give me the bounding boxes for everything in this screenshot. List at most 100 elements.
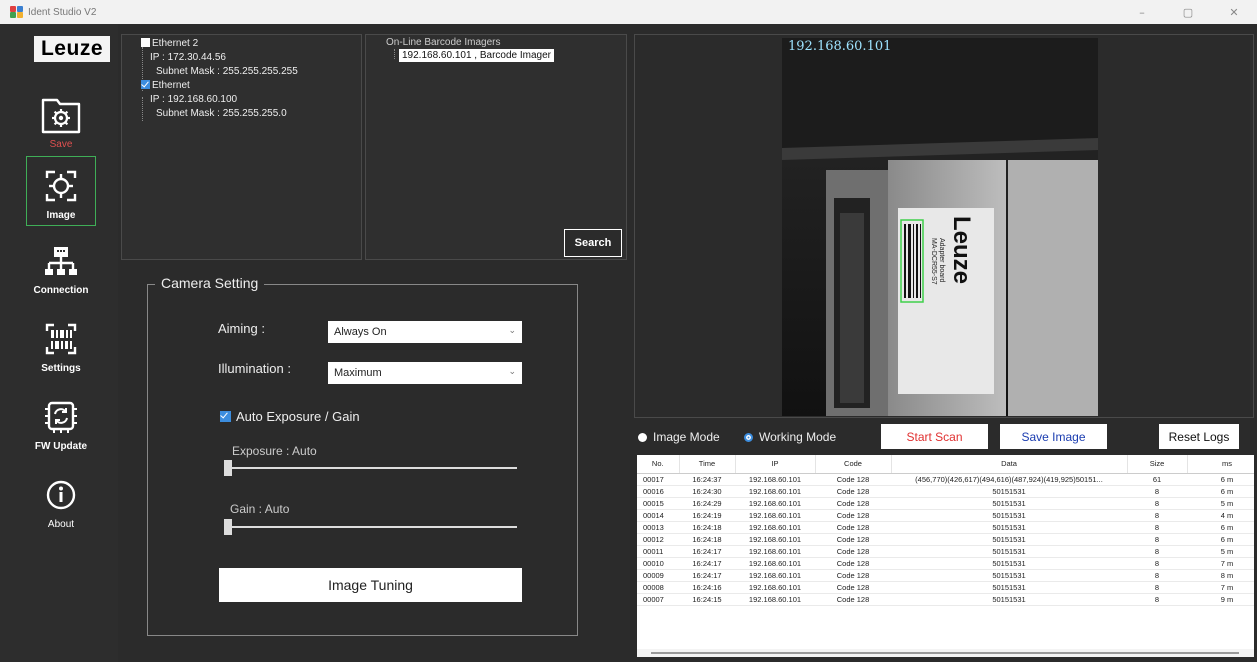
- table-cell: Code 128: [815, 533, 891, 546]
- table-row[interactable]: 00008 16:24:16 192.168.60.101 Code 128 50151…: [637, 581, 1254, 594]
- imager-list-item[interactable]: 192.168.60.101 , Barcode Imager: [399, 49, 554, 62]
- table-cell: 8: [1127, 557, 1187, 570]
- table-cell: 16:24:18: [679, 521, 735, 534]
- nav-connection-button[interactable]: Connection: [26, 230, 96, 300]
- column-header[interactable]: Size: [1127, 455, 1188, 474]
- table-cell: 50151531: [891, 593, 1127, 606]
- table-cell: Code 128: [815, 581, 891, 594]
- table-cell: 00011: [637, 545, 679, 558]
- table-cell: 00012: [637, 533, 679, 546]
- camera-image: MA-DCR55-S7 Adapter board Leuze: [782, 38, 1098, 416]
- search-button[interactable]: Search: [564, 229, 622, 257]
- column-header[interactable]: ms: [1187, 455, 1254, 474]
- slider-thumb[interactable]: [224, 519, 232, 535]
- table-cell: 50151531: [891, 533, 1127, 546]
- gear-icon: [39, 95, 83, 135]
- auto-exposure-label: Auto Exposure / Gain: [236, 409, 360, 424]
- table-cell: 192.168.60.101: [735, 593, 815, 606]
- illumination-select[interactable]: Maximum ⌄: [328, 362, 522, 384]
- minimize-button[interactable]: –: [1119, 0, 1165, 24]
- slider-thumb[interactable]: [224, 460, 232, 476]
- exposure-label: Exposure : Auto: [232, 444, 317, 458]
- table-cell: 8: [1127, 533, 1187, 546]
- image-mode-label: Image Mode: [653, 430, 720, 444]
- auto-exposure-checkbox[interactable]: Auto Exposure / Gain: [220, 409, 360, 424]
- table-row[interactable]: 00017 16:24:37 192.168.60.101 Code 128 (456,…: [637, 473, 1254, 486]
- adapter-name: Ethernet 2: [152, 38, 199, 49]
- adapter-ethernet-checkbox[interactable]: [141, 80, 150, 89]
- save-image-button[interactable]: Save Image: [1000, 424, 1107, 449]
- nav-fwupdate-button[interactable]: FW Update: [26, 386, 96, 456]
- table-cell: 00007: [637, 593, 679, 606]
- adapter-ethernet2[interactable]: Ethernet 2: [141, 37, 198, 50]
- sidebar: Leuze Save Image Connection Settings FW …: [0, 24, 118, 662]
- column-header[interactable]: Time: [679, 455, 736, 474]
- table-row[interactable]: 00009 16:24:17 192.168.60.101 Code 128 50151…: [637, 569, 1254, 582]
- nav-settings-button[interactable]: Settings: [26, 308, 96, 378]
- aiming-select[interactable]: Always On ⌄: [328, 321, 522, 343]
- table-cell: 8: [1127, 593, 1187, 606]
- reset-logs-button[interactable]: Reset Logs: [1159, 424, 1239, 449]
- aiming-label: Aiming :: [218, 321, 265, 336]
- table-cell: 6 m: [1187, 533, 1254, 546]
- table-cell: 4 m: [1187, 509, 1254, 522]
- table-cell: Code 128: [815, 473, 891, 486]
- table-cell: 00016: [637, 485, 679, 498]
- table-cell: 00008: [637, 581, 679, 594]
- nav-about-button[interactable]: About: [26, 464, 96, 534]
- table-cell: 50151531: [891, 557, 1127, 570]
- maximize-button[interactable]: ▢: [1165, 0, 1211, 24]
- table-cell: 192.168.60.101: [735, 533, 815, 546]
- table-cell: 8: [1127, 569, 1187, 582]
- column-header[interactable]: Data: [891, 455, 1128, 474]
- table-row[interactable]: 00007 16:24:15 192.168.60.101 Code 128 50151…: [637, 593, 1254, 606]
- table-cell: Code 128: [815, 557, 891, 570]
- illumination-value: Maximum: [334, 367, 382, 379]
- adapter-mask: Subnet Mask : 255.255.255.255: [156, 66, 298, 77]
- table-row[interactable]: 00016 16:24:30 192.168.60.101 Code 128 50151…: [637, 485, 1254, 498]
- table-cell: 16:24:17: [679, 569, 735, 582]
- chevron-down-icon: ⌄: [508, 366, 516, 376]
- column-header[interactable]: No.: [637, 455, 680, 474]
- table-cell: 7 m: [1187, 557, 1254, 570]
- working-mode-radio[interactable]: Working Mode: [744, 430, 836, 444]
- nav-image-button[interactable]: Image: [26, 156, 96, 226]
- gain-slider[interactable]: [224, 519, 517, 535]
- table-cell: 00010: [637, 557, 679, 570]
- table-cell: 00009: [637, 569, 679, 582]
- table-cell: 8: [1127, 545, 1187, 558]
- table-row[interactable]: 00011 16:24:17 192.168.60.101 Code 128 50151…: [637, 545, 1254, 558]
- table-cell: Code 128: [815, 545, 891, 558]
- nav-save-button[interactable]: Save: [26, 84, 96, 154]
- table-cell: 5 m: [1187, 545, 1254, 558]
- crosshair-icon: [39, 166, 83, 206]
- title-bar: Ident Studio V2 – ▢ ✕: [0, 0, 1257, 24]
- image-mode-radio[interactable]: Image Mode: [638, 430, 720, 444]
- checkbox-checked-icon: [220, 411, 231, 422]
- table-cell: 5 m: [1187, 497, 1254, 510]
- start-scan-button[interactable]: Start Scan: [881, 424, 988, 449]
- table-cell: 8: [1127, 581, 1187, 594]
- table-cell: 8 m: [1187, 569, 1254, 582]
- table-row[interactable]: 00010 16:24:17 192.168.60.101 Code 128 50151…: [637, 557, 1254, 570]
- column-header[interactable]: IP: [735, 455, 816, 474]
- table-row[interactable]: 00015 16:24:29 192.168.60.101 Code 128 50151…: [637, 497, 1254, 510]
- adapter-ethernet2-checkbox[interactable]: [141, 38, 150, 47]
- adapter-ethernet[interactable]: Ethernet: [141, 79, 190, 92]
- table-cell: 8: [1127, 485, 1187, 498]
- table-cell: 7 m: [1187, 581, 1254, 594]
- close-button[interactable]: ✕: [1211, 0, 1257, 24]
- scan-log-table[interactable]: No. Time IP Code Data Size ms 00017 16:24:37 192…: [637, 455, 1254, 657]
- table-cell: 50151531: [891, 509, 1127, 522]
- table-cell: 8: [1127, 497, 1187, 510]
- image-tuning-button[interactable]: Image Tuning: [219, 568, 522, 602]
- horizontal-scrollbar[interactable]: [637, 649, 1254, 657]
- column-header[interactable]: Code: [815, 455, 892, 474]
- table-cell: 192.168.60.101: [735, 521, 815, 534]
- table-cell: Code 128: [815, 569, 891, 582]
- exposure-slider[interactable]: [224, 460, 517, 476]
- table-cell: 50151531: [891, 485, 1127, 498]
- table-row[interactable]: 00013 16:24:18 192.168.60.101 Code 128 50151…: [637, 521, 1254, 534]
- table-row[interactable]: 00012 16:24:18 192.168.60.101 Code 128 50151…: [637, 533, 1254, 546]
- table-row[interactable]: 00014 16:24:19 192.168.60.101 Code 128 50151…: [637, 509, 1254, 522]
